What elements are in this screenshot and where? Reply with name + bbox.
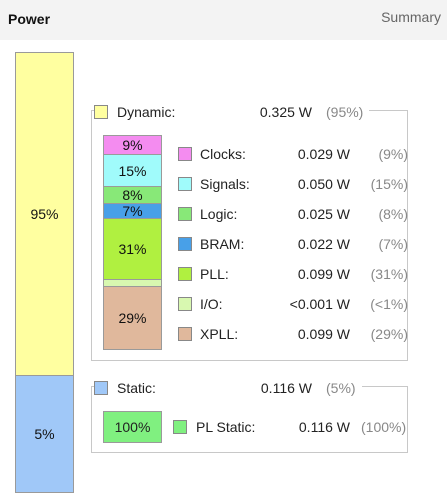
legend-swatch xyxy=(178,267,192,281)
pl-static-swatch xyxy=(173,420,187,434)
breakdown-segment-label: 8% xyxy=(122,187,143,203)
dynamic-segment[interactable]: 95% xyxy=(16,53,73,376)
row-pct: (7%) xyxy=(378,236,408,252)
dynamic-label: Dynamic: xyxy=(117,104,176,120)
panel-title: Power xyxy=(8,11,51,27)
row-value: 0.025 W xyxy=(297,206,350,222)
row-value: 0.029 W xyxy=(297,146,350,162)
row-value: 0.099 W xyxy=(297,266,350,282)
row-name: PLL: xyxy=(200,266,229,282)
row-pct: (8%) xyxy=(378,206,408,222)
row-pct: (31%) xyxy=(370,266,408,282)
static-swatch xyxy=(94,381,108,395)
dynamic-value: 0.325 W xyxy=(259,104,312,120)
legend-swatch xyxy=(178,207,192,221)
static-pct: (5%) xyxy=(326,380,356,396)
breakdown-segment-xpll[interactable]: 29% xyxy=(104,287,161,349)
row-value: 0.022 W xyxy=(297,236,350,252)
row-pct: (15%) xyxy=(370,176,408,192)
breakdown-segment-clocks[interactable]: 9% xyxy=(104,136,161,155)
row-value: <0.001 W xyxy=(289,296,350,312)
static-group-label: Static: 0.116 W (5%) xyxy=(94,379,362,397)
total-power-bar: 95% 5% xyxy=(15,52,74,493)
dynamic-breakdown-bar: 9% 15% 8% 7% 31% 29% xyxy=(103,135,162,350)
dynamic-pct: (95%) xyxy=(326,104,364,120)
row-pct: (29%) xyxy=(370,326,408,342)
row-name: BRAM: xyxy=(200,236,245,252)
breakdown-row-pll: PLL: 0.099 W (31%) xyxy=(178,265,408,283)
row-value: 0.050 W xyxy=(297,176,350,192)
row-value: 0.099 W xyxy=(297,326,350,342)
legend-swatch xyxy=(178,327,192,341)
static-segment[interactable]: 5% xyxy=(16,376,73,492)
breakdown-row-bram: BRAM: 0.022 W (7%) xyxy=(178,235,408,253)
pl-static-pct: (100%) xyxy=(361,419,407,435)
legend-swatch xyxy=(178,237,192,251)
legend-swatch xyxy=(178,177,192,191)
legend-swatch xyxy=(178,297,192,311)
pl-static-name: PL Static: xyxy=(196,419,256,435)
breakdown-segment-label: 29% xyxy=(118,310,147,326)
row-name: I/O: xyxy=(200,296,223,312)
pl-static-value: 0.116 W xyxy=(298,419,350,435)
breakdown-segment-label: 31% xyxy=(118,241,147,257)
breakdown-segment-label: 7% xyxy=(122,203,143,219)
row-name: Clocks: xyxy=(200,146,246,162)
breakdown-segment-pll[interactable]: 31% xyxy=(104,219,161,280)
breakdown-segment-io[interactable] xyxy=(104,280,161,287)
legend-swatch xyxy=(178,147,192,161)
static-label: Static: xyxy=(117,380,156,396)
row-pct: (<1%) xyxy=(370,296,408,312)
breakdown-segment-signals[interactable]: 15% xyxy=(104,155,161,187)
breakdown-row-logic: Logic: 0.025 W (8%) xyxy=(178,205,408,223)
breakdown-segment-label: 15% xyxy=(118,162,147,179)
breakdown-segment-logic[interactable]: 8% xyxy=(104,187,161,204)
breakdown-row-signals: Signals: 0.050 W (15%) xyxy=(178,175,408,193)
breakdown-row-clocks: Clocks: 0.029 W (9%) xyxy=(178,145,408,163)
static-value: 0.116 W xyxy=(260,380,312,396)
power-header: Power Summary xyxy=(0,0,447,40)
breakdown-segment-bram[interactable]: 7% xyxy=(104,203,161,219)
row-name: Signals: xyxy=(200,176,250,192)
dynamic-group-label: Dynamic: 0.325 W (95%) xyxy=(94,103,370,121)
pl-static-bar[interactable]: 100% xyxy=(103,411,162,443)
row-pct: (9%) xyxy=(378,146,408,162)
pl-static-bar-label: 100% xyxy=(114,419,151,435)
row-name: Logic: xyxy=(200,206,238,222)
pl-static-row: PL Static: 0.116 W (100%) xyxy=(173,418,406,436)
breakdown-row-xpll: XPLL: 0.099 W (29%) xyxy=(178,325,408,343)
dynamic-swatch xyxy=(94,105,108,119)
dynamic-segment-label: 95% xyxy=(30,206,59,222)
breakdown-row-io: I/O: <0.001 W (<1%) xyxy=(178,295,408,313)
summary-link[interactable]: Summary xyxy=(381,9,441,25)
row-name: XPLL: xyxy=(200,326,239,342)
breakdown-segment-label: 9% xyxy=(122,137,143,153)
static-segment-label: 5% xyxy=(34,426,55,442)
